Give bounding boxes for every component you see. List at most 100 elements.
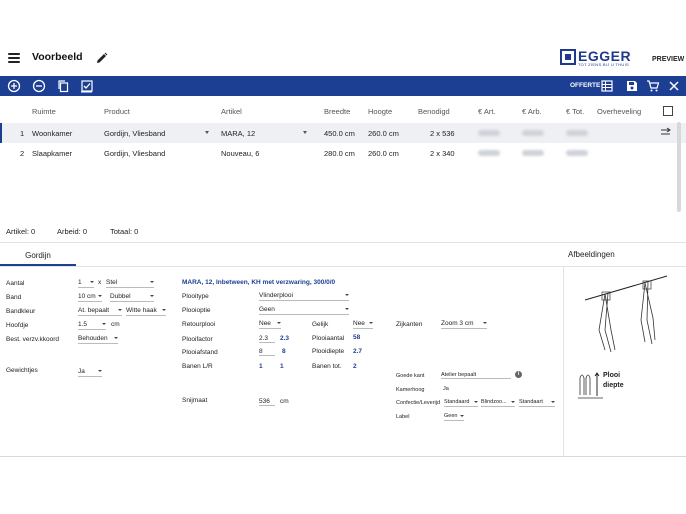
plooifactor-input[interactable]: 2.3 <box>259 335 275 343</box>
brand-tagline: TOT ZIENS BIJ U THUIS <box>578 62 629 67</box>
row-breedte: 280.0 cm <box>324 149 355 158</box>
select-all-checkbox[interactable] <box>663 106 673 116</box>
curtain-pleat-illustration: Plooi diepte <box>575 270 675 410</box>
row-price-arb <box>522 129 544 138</box>
add-circle-icon[interactable] <box>7 79 21 93</box>
koord-select[interactable]: Behouden <box>78 335 118 344</box>
col-ruimte[interactable]: Ruimte <box>32 107 56 116</box>
copy-icon[interactable] <box>56 79 70 93</box>
tab-gordijn[interactable]: Gordijn <box>0 244 76 266</box>
remove-circle-icon[interactable] <box>32 79 46 93</box>
kamerhoog-label: Kamerhoog <box>396 387 425 393</box>
save-icon[interactable] <box>625 79 639 93</box>
zijkanten-select[interactable]: Zoom 3 cm <box>441 320 487 329</box>
row-product[interactable]: Gordijn, Vliesband <box>104 129 165 138</box>
hoofdje-select[interactable]: 1.5 <box>78 321 106 330</box>
plooifactor-calc: 2.3 <box>280 335 290 342</box>
row-artikel[interactable]: MARA, 12 <box>221 129 255 138</box>
aantal-unit-select[interactable]: Stel <box>106 279 154 288</box>
plooiaantal-label: Plooiaantal <box>312 335 345 342</box>
bandkleur-color-select[interactable]: Witte haak <box>126 307 166 316</box>
plooi-label: Plooi <box>603 372 621 379</box>
plooiafstand-label: Plooiafstand <box>182 349 218 356</box>
row-product[interactable]: Gordijn, Vliesband <box>104 149 165 158</box>
col-art[interactable]: € Art. <box>478 107 496 116</box>
col-breedte[interactable]: Breedte <box>324 107 350 116</box>
plooioptie-select[interactable]: Geen <box>259 306 349 315</box>
grid-scrollbar[interactable] <box>677 122 681 212</box>
gewichtjes-select[interactable]: Ja <box>78 368 102 377</box>
col-benodigd[interactable]: Benodigd <box>418 107 450 116</box>
plooidiepte-label: Plooidiepte <box>312 348 345 355</box>
col-tot[interactable]: € Tot. <box>566 107 584 116</box>
banentot-label: Banen tot. <box>312 363 342 370</box>
banen-left: 1 <box>259 363 263 370</box>
tab-afbeeldingen[interactable]: Afbeeldingen <box>568 250 615 259</box>
aantal-label: Aantal <box>6 280 25 287</box>
col-artikel[interactable]: Artikel <box>221 107 242 116</box>
kamerhoog-value: Ja <box>443 386 449 392</box>
chevron-down-icon[interactable] <box>205 131 209 134</box>
hoofdje-label: Hoofdje <box>6 322 29 329</box>
banen-label: Banen L/R <box>182 363 213 370</box>
gewichtjes-label: Gewichtjes <box>6 367 38 374</box>
retourplooi-select[interactable]: Nee <box>259 320 281 329</box>
band-label: Band <box>6 294 22 301</box>
bandkleur-mode-select[interactable]: At. bepaalt <box>78 307 122 316</box>
row-selected-indicator <box>0 123 2 143</box>
bandkleur-label: Bandkleur <box>6 308 36 315</box>
banentot-value: 2 <box>353 363 357 370</box>
plooioptie-label: Plooioptie <box>182 307 211 314</box>
aantal-x: x <box>98 279 102 286</box>
band-type-select[interactable]: Dubbel <box>110 293 154 302</box>
table-row[interactable]: 1 Woonkamer Gordijn, Vliesband MARA, 12 … <box>0 123 686 143</box>
gelijk-select[interactable]: Nee <box>353 320 373 329</box>
transfer-icon[interactable] <box>660 127 672 139</box>
plooiaantal-value: 58 <box>353 334 361 341</box>
row-ruimte: Woonkamer <box>32 129 73 138</box>
close-icon[interactable] <box>667 79 681 93</box>
band-size-select[interactable]: 10 cm <box>78 293 102 302</box>
row-number: 2 <box>20 149 25 158</box>
checklist-icon[interactable] <box>80 79 94 93</box>
chevron-down-icon[interactable] <box>303 131 307 134</box>
info-icon[interactable]: i <box>515 371 522 378</box>
preview-label: PREVIEW <box>652 56 685 63</box>
table-row[interactable]: 2 Slaapkamer Gordijn, Vliesband Nouveau,… <box>0 143 686 163</box>
aantal-input[interactable]: 1 <box>78 279 94 288</box>
plooiafstand-calc: 8 <box>282 348 286 355</box>
row-hoogte: 260.0 cm <box>368 129 399 138</box>
col-overheveling[interactable]: Overheveling <box>597 107 641 116</box>
table-icon[interactable] <box>600 79 614 93</box>
offerte-label[interactable]: OFFERTE <box>570 82 600 89</box>
plooiafstand-input[interactable]: 8 <box>259 348 275 356</box>
col-hoogte[interactable]: Hoogte <box>368 107 392 116</box>
confectie-select-1[interactable]: Standaard <box>444 399 478 407</box>
confectie-select-3[interactable]: Standaart <box>519 399 555 407</box>
plooitype-label: Plooitype <box>182 293 209 300</box>
koord-label: Best. verzv.kkoord <box>6 336 59 343</box>
tab-divider <box>0 266 686 267</box>
goedekant-label: Goede kant <box>396 373 425 379</box>
row-hoogte: 260.0 cm <box>368 149 399 158</box>
menu-icon[interactable] <box>8 53 20 63</box>
cart-icon[interactable] <box>646 79 660 93</box>
edit-icon[interactable] <box>96 51 108 63</box>
confectie-select-2[interactable]: Blindzoo... <box>481 399 515 407</box>
row-breedte: 450.0 cm <box>324 129 355 138</box>
zijkanten-label: Zijkanten <box>396 321 423 328</box>
goedekant-input[interactable]: Atelier bepaalt <box>441 372 511 379</box>
label-label: Label <box>396 414 410 420</box>
row-price-art <box>478 129 500 138</box>
row-price-art <box>478 149 500 158</box>
snijmaat-input[interactable]: 536 <box>259 398 275 406</box>
plooitype-select[interactable]: Vlinderplooi <box>259 292 349 301</box>
row-price-arb <box>522 149 544 158</box>
row-ruimte: Slaapkamer <box>32 149 73 158</box>
row-artikel[interactable]: Nouveau, 6 <box>221 149 259 158</box>
section-divider <box>0 242 686 243</box>
col-product[interactable]: Product <box>104 107 130 116</box>
col-arb[interactable]: € Arb. <box>522 107 542 116</box>
row-number: 1 <box>20 129 25 138</box>
label-select[interactable]: Geen <box>444 413 464 421</box>
